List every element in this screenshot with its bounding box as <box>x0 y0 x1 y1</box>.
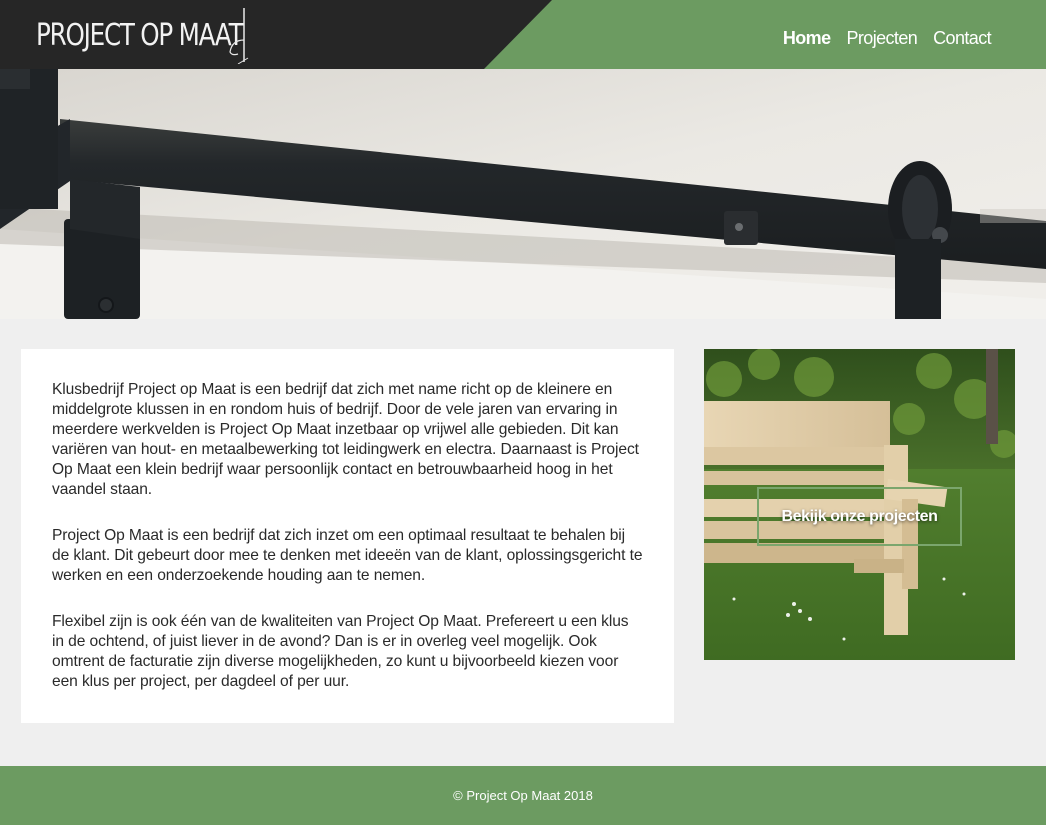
logo-text: PROJECT OP MAAT <box>36 17 244 53</box>
main-nav: Home Projecten Contact <box>783 28 992 49</box>
intro-paragraph: Project Op Maat is een bedrijf dat zich … <box>52 527 643 584</box>
site-footer: © Project Op Maat 2018 <box>0 766 1046 825</box>
hero-image <box>0 69 1046 319</box>
nav-item-home[interactable]: Home <box>783 28 831 49</box>
intro-paragraph: Flexibel zijn is ook één van de kwalitei… <box>52 613 629 690</box>
footer-copyright: © Project Op Maat 2018 <box>453 788 593 803</box>
nav-item-projecten[interactable]: Projecten <box>847 28 918 49</box>
view-projects-button[interactable]: Bekijk onze projecten <box>757 487 962 546</box>
nav-item-contact[interactable]: Contact <box>933 28 991 49</box>
site-header: PROJECT OP MAAT Home Projecten Contact <box>0 0 1046 69</box>
logo-mark-icon <box>229 8 249 64</box>
projects-teaser: Bekijk onze projecten <box>704 349 1015 660</box>
intro-card: Klusbedrijf Project op Maat is een bedri… <box>21 349 674 723</box>
intro-paragraph: Klusbedrijf Project op Maat is een bedri… <box>52 381 639 498</box>
